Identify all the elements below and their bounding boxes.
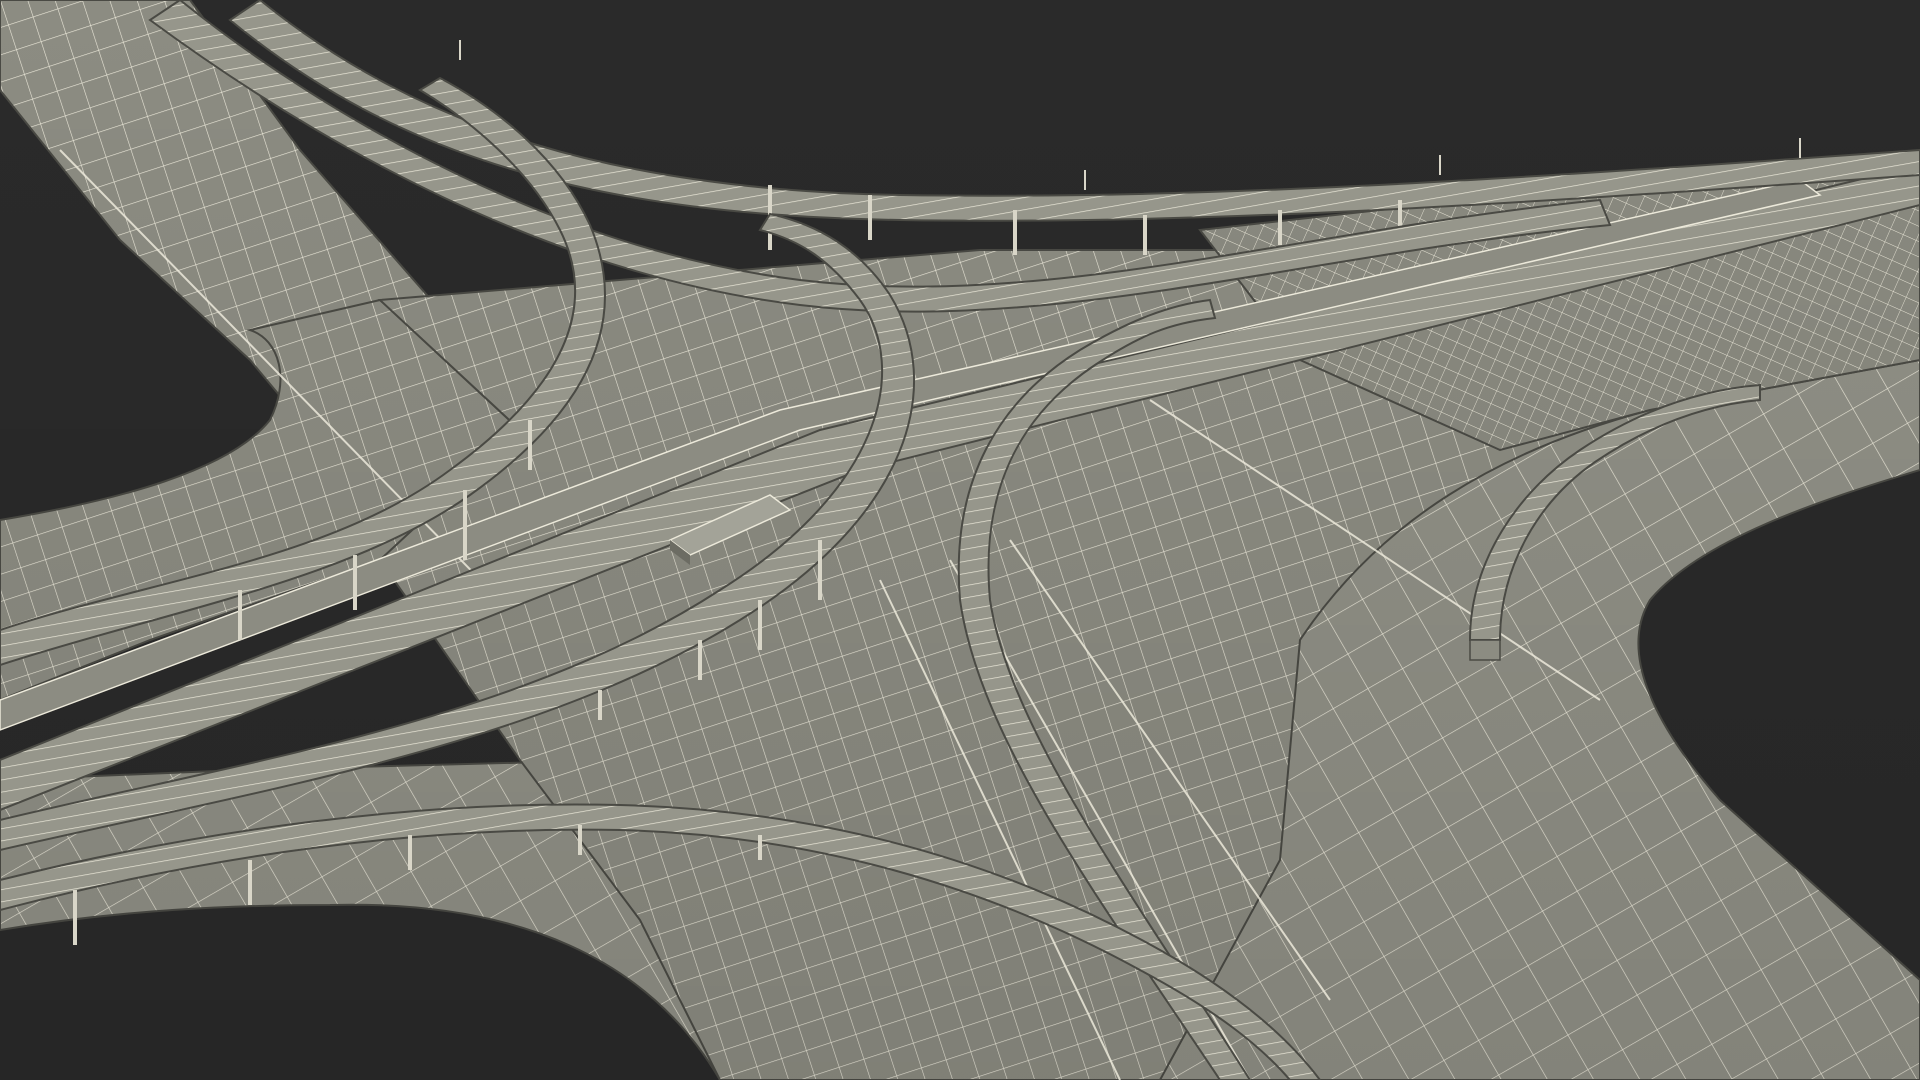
render-viewport [0,0,1920,1080]
highway-interchange-wireframe [0,0,1920,1080]
